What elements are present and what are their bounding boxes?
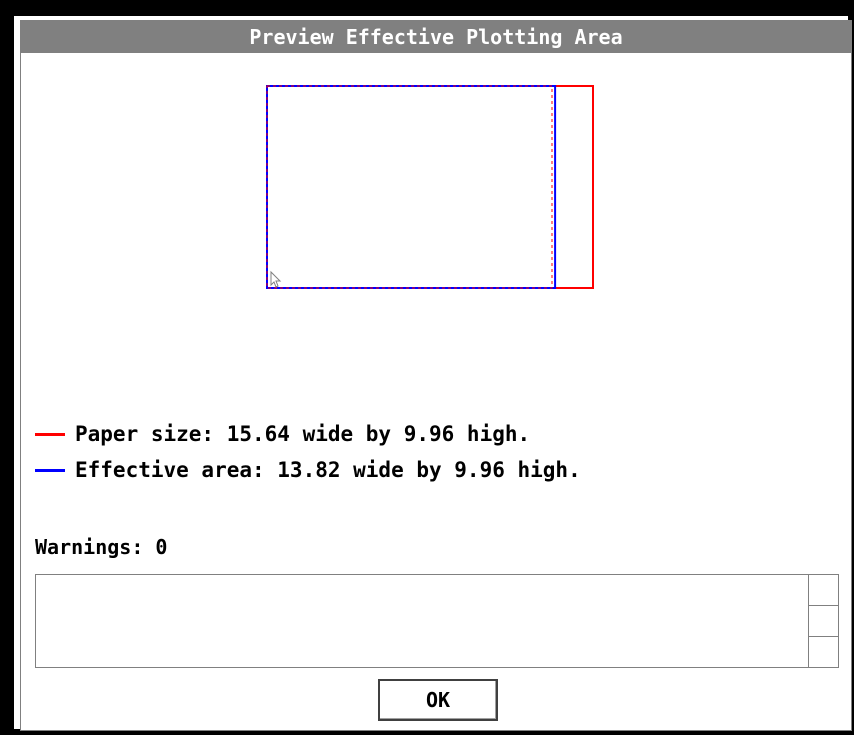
warnings-label: Warnings: 0 (35, 535, 168, 559)
scroll-down-button[interactable] (809, 637, 838, 667)
blue-line-icon (35, 468, 65, 472)
paper-size-text: Paper size: 15.64 wide by 9.96 high. (75, 422, 531, 446)
effective-area-rect (266, 85, 557, 289)
paper-size-rect (266, 85, 594, 289)
mouse-cursor-icon (270, 270, 282, 288)
scroll-track[interactable] (809, 606, 838, 637)
legend-paper-size: Paper size: 15.64 wide by 9.96 high. (35, 419, 530, 449)
effective-area-text: Effective area: 13.82 wide by 9.96 high. (75, 458, 581, 482)
effective-area-dashed-outline (266, 85, 553, 289)
preview-dialog: Preview Effective Plotting Area Paper si… (20, 20, 852, 731)
warnings-scrollbar[interactable] (808, 575, 838, 667)
warnings-list[interactable] (35, 574, 839, 668)
legend-effective-area: Effective area: 13.82 wide by 9.96 high. (35, 455, 581, 485)
scroll-up-button[interactable] (809, 575, 838, 606)
red-line-icon (35, 432, 65, 436)
ok-button[interactable]: OK (378, 679, 498, 721)
dialog-title: Preview Effective Plotting Area (21, 21, 851, 53)
